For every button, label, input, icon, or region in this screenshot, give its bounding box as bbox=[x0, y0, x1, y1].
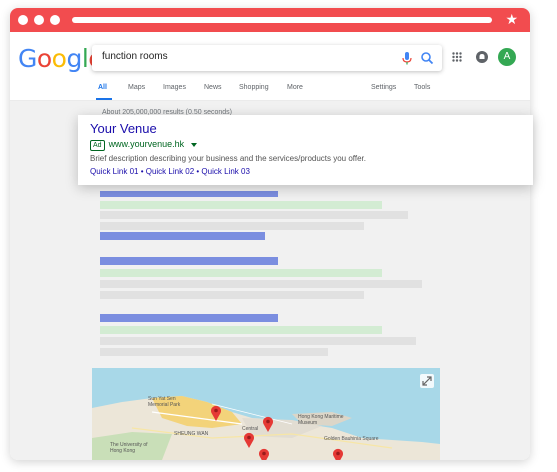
result-title-placeholder[interactable] bbox=[100, 191, 278, 197]
tools-link[interactable]: Tools bbox=[414, 84, 430, 91]
google-logo[interactable]: Google bbox=[18, 44, 104, 73]
logo-letter: G bbox=[18, 44, 37, 73]
tab-more[interactable]: More bbox=[287, 84, 303, 91]
result-title-placeholder[interactable] bbox=[100, 257, 278, 265]
browser-window: ★ Google function rooms A All Maps Image… bbox=[10, 8, 530, 460]
map-label: Sun Yat Sen Memorial Park bbox=[148, 396, 181, 408]
location-pin-icon[interactable] bbox=[243, 432, 255, 448]
minimize-dot-icon[interactable] bbox=[34, 15, 44, 25]
map-label: Golden Bauhinia Square bbox=[324, 436, 379, 442]
ad-badge: Ad bbox=[90, 140, 105, 151]
result-snippet-placeholder bbox=[100, 348, 328, 356]
result-snippet-placeholder bbox=[100, 211, 408, 219]
location-pin-icon[interactable] bbox=[258, 448, 270, 460]
ad-display-url[interactable]: www.yourvenue.hk bbox=[109, 139, 185, 149]
expand-map-button[interactable] bbox=[420, 374, 434, 388]
tab-images[interactable]: Images bbox=[163, 84, 186, 91]
result-snippet-placeholder bbox=[100, 291, 364, 299]
search-box[interactable]: function rooms bbox=[92, 45, 442, 71]
logo-letter: o bbox=[36, 44, 52, 73]
result-snippet-placeholder bbox=[100, 280, 422, 288]
map-label: The University of Hong Kong bbox=[110, 442, 148, 454]
search-input[interactable]: function rooms bbox=[102, 51, 168, 62]
ad-title-link[interactable]: Your Venue bbox=[90, 121, 157, 136]
map-label: SHEUNG WAN bbox=[174, 431, 209, 437]
settings-link[interactable]: Settings bbox=[371, 84, 396, 91]
map-label: Hong Kong Maritime Museum bbox=[298, 414, 344, 426]
result-url-placeholder bbox=[100, 201, 382, 209]
result-snippet-placeholder bbox=[100, 337, 416, 345]
logo-letter: g bbox=[66, 44, 82, 73]
close-dot-icon[interactable] bbox=[18, 15, 28, 25]
apps-grid-icon[interactable] bbox=[452, 52, 462, 62]
location-pin-icon[interactable] bbox=[262, 416, 274, 432]
maximize-dot-icon[interactable] bbox=[50, 15, 60, 25]
result-title-placeholder[interactable] bbox=[100, 314, 278, 322]
result-url-placeholder bbox=[100, 326, 382, 334]
tab-maps[interactable]: Maps bbox=[128, 84, 145, 91]
tab-shopping[interactable]: Shopping bbox=[239, 84, 269, 91]
ad-description: Brief description describing your busine… bbox=[90, 154, 366, 163]
search-icon[interactable] bbox=[419, 50, 435, 66]
tab-all[interactable]: All bbox=[98, 84, 107, 91]
notifications-icon[interactable] bbox=[475, 50, 489, 64]
ad-quick-links[interactable]: Quick Link 01 • Quick Link 02 • Quick Li… bbox=[90, 167, 250, 176]
bookmark-star-icon[interactable]: ★ bbox=[505, 11, 518, 27]
expand-icon bbox=[422, 376, 432, 386]
ad-url-row: Ad www.yourvenue.hk bbox=[90, 139, 197, 151]
avatar[interactable]: A bbox=[498, 48, 516, 66]
microphone-icon[interactable] bbox=[399, 50, 415, 66]
tab-news[interactable]: News bbox=[204, 84, 222, 91]
map-preview[interactable]: Sun Yat Sen Memorial Park SHEUNG WAN Cen… bbox=[92, 368, 440, 460]
result-title-placeholder[interactable] bbox=[100, 232, 265, 240]
browser-title-bar: ★ bbox=[10, 8, 530, 32]
result-snippet-placeholder bbox=[100, 222, 364, 230]
location-pin-icon[interactable] bbox=[210, 405, 222, 421]
result-url-placeholder bbox=[100, 269, 382, 277]
location-pin-icon[interactable] bbox=[332, 448, 344, 460]
logo-letter: o bbox=[51, 44, 67, 73]
address-bar[interactable] bbox=[72, 17, 492, 23]
ad-result-card[interactable]: Your Venue Ad www.yourvenue.hk Brief desc… bbox=[78, 115, 533, 185]
dropdown-arrow-icon[interactable] bbox=[190, 142, 197, 147]
